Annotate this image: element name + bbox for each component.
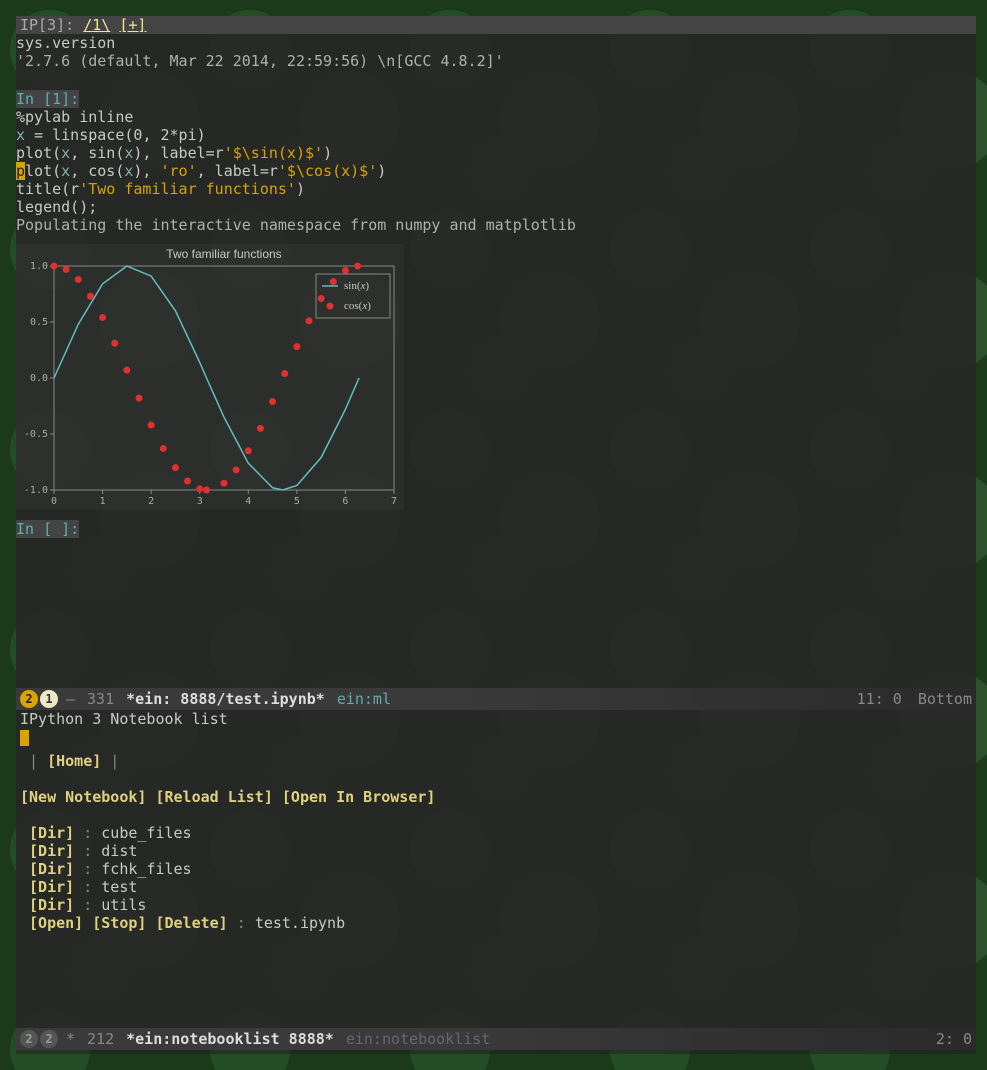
cell-1-code[interactable]: %pylab inline x = linspace(0, 2*pi) plot… <box>16 108 976 216</box>
home-link[interactable]: [Home] <box>47 752 101 770</box>
scroll-pos: Bottom <box>918 690 972 708</box>
major-mode: ein:ml <box>337 690 391 708</box>
delete-button[interactable]: [Delete] <box>155 914 227 932</box>
cell-0[interactable]: sys.version '2.7.6 (default, Mar 22 2014… <box>16 34 976 70</box>
dir-tag: [Dir] <box>29 896 74 914</box>
dir-entry[interactable]: [Dir] : cube_files <box>16 824 976 842</box>
cell-2-prompt: In [ ]: <box>16 520 79 538</box>
reload-list-button[interactable]: [Reload List] <box>155 788 272 806</box>
tab-header: IP[3]: /1\ [+] <box>16 16 976 34</box>
window-badge-active: 2 <box>20 1030 38 1048</box>
cell-1[interactable]: In [1]: %pylab inline x = linspace(0, 2*… <box>16 90 976 510</box>
dir-name: dist <box>101 842 137 860</box>
chart-svg: Two familiar functions 0 1 2 3 4 5 6 7 -1.0 -0.5 0.… <box>16 244 404 510</box>
dir-name: cube_files <box>101 824 191 842</box>
svg-text:0: 0 <box>51 496 57 507</box>
open-button[interactable]: [Open] <box>29 914 83 932</box>
tab-1[interactable]: /1\ <box>83 16 110 34</box>
list-cursor <box>20 730 29 746</box>
svg-text:3: 3 <box>197 496 203 507</box>
notebook-entry: [Open] [Stop] [Delete] : test.ipynb <box>16 914 976 932</box>
buffer-name: *ein: 8888/test.ipynb* <box>126 690 325 708</box>
notebook-pane[interactable]: IP[3]: /1\ [+] sys.version '2.7.6 (defau… <box>16 16 976 688</box>
cell-1-prompt: In [1]: <box>16 90 79 108</box>
cell-1-stdout: Populating the interactive namespace fro… <box>16 216 976 234</box>
emacs-frame: IP[3]: /1\ [+] sys.version '2.7.6 (defau… <box>16 16 976 1054</box>
svg-text:-1.0: -1.0 <box>24 485 48 496</box>
window-badge-active: 2 <box>20 690 38 708</box>
buffer-name: *ein:notebooklist 8888* <box>126 1030 334 1048</box>
chart-output: Two familiar functions 0 1 2 3 4 5 6 7 -1.0 -0.5 0.… <box>16 244 404 510</box>
svg-text:2: 2 <box>148 496 154 507</box>
modeline-bottom: 2 2 * 212 *ein:notebooklist 8888* ein:no… <box>16 1028 976 1050</box>
dir-tag: [Dir] <box>29 878 74 896</box>
svg-text:sin(x): sin(x) <box>344 280 369 292</box>
dir-entry[interactable]: [Dir] : test <box>16 878 976 896</box>
text-cursor: p <box>16 162 25 180</box>
svg-text:6: 6 <box>342 496 348 507</box>
notebooklist-title: IPython 3 Notebook list <box>16 710 976 728</box>
svg-text:4: 4 <box>245 496 251 507</box>
cursor-pos: 2: 0 <box>936 1030 972 1048</box>
svg-text:Two familiar functions: Two familiar functions <box>166 247 281 261</box>
svg-text:7: 7 <box>391 496 397 507</box>
notebook-name[interactable]: test.ipynb <box>255 914 345 932</box>
stop-button[interactable]: [Stop] <box>92 914 146 932</box>
cell-2[interactable]: In [ ]: <box>16 520 976 538</box>
window-badge-num: 2 <box>40 1030 58 1048</box>
svg-text:cos(x): cos(x) <box>344 300 371 312</box>
svg-text:1.0: 1.0 <box>30 261 48 272</box>
window-badge-num: 1 <box>40 690 58 708</box>
dir-entry[interactable]: [Dir] : utils <box>16 896 976 914</box>
dir-tag: [Dir] <box>29 860 74 878</box>
svg-text:-0.5: -0.5 <box>24 429 48 440</box>
dir-entry[interactable]: [Dir] : dist <box>16 842 976 860</box>
ip-label: IP[3]: <box>20 16 74 34</box>
new-notebook-button[interactable]: [New Notebook] <box>20 788 146 806</box>
svg-text:0.0: 0.0 <box>30 373 48 384</box>
svg-text:5: 5 <box>294 496 300 507</box>
action-bar: [New Notebook] [Reload List] [Open In Br… <box>16 788 976 806</box>
breadcrumb: | [Home] | <box>16 752 976 770</box>
cell-0-code[interactable]: sys.version <box>16 34 976 52</box>
svg-text:0.5: 0.5 <box>30 317 48 328</box>
dir-tag: [Dir] <box>29 824 74 842</box>
dir-name: fchk_files <box>101 860 191 878</box>
dir-entry[interactable]: [Dir] : fchk_files <box>16 860 976 878</box>
major-mode: ein:notebooklist <box>346 1030 491 1048</box>
dir-name: utils <box>101 896 146 914</box>
dir-tag: [Dir] <box>29 842 74 860</box>
dir-name: test <box>101 878 137 896</box>
notebooklist-pane[interactable]: IPython 3 Notebook list | [Home] | [New … <box>16 710 976 1028</box>
cursor-pos: 11: 0 <box>857 690 902 708</box>
svg-text:1: 1 <box>100 496 106 507</box>
tab-add[interactable]: [+] <box>119 16 146 34</box>
cell-0-output: '2.7.6 (default, Mar 22 2014, 22:59:56) … <box>16 52 976 70</box>
open-in-browser-button[interactable]: [Open In Browser] <box>282 788 436 806</box>
modeline-top: 2 1 — 331 *ein: 8888/test.ipynb* ein:ml … <box>16 688 976 710</box>
